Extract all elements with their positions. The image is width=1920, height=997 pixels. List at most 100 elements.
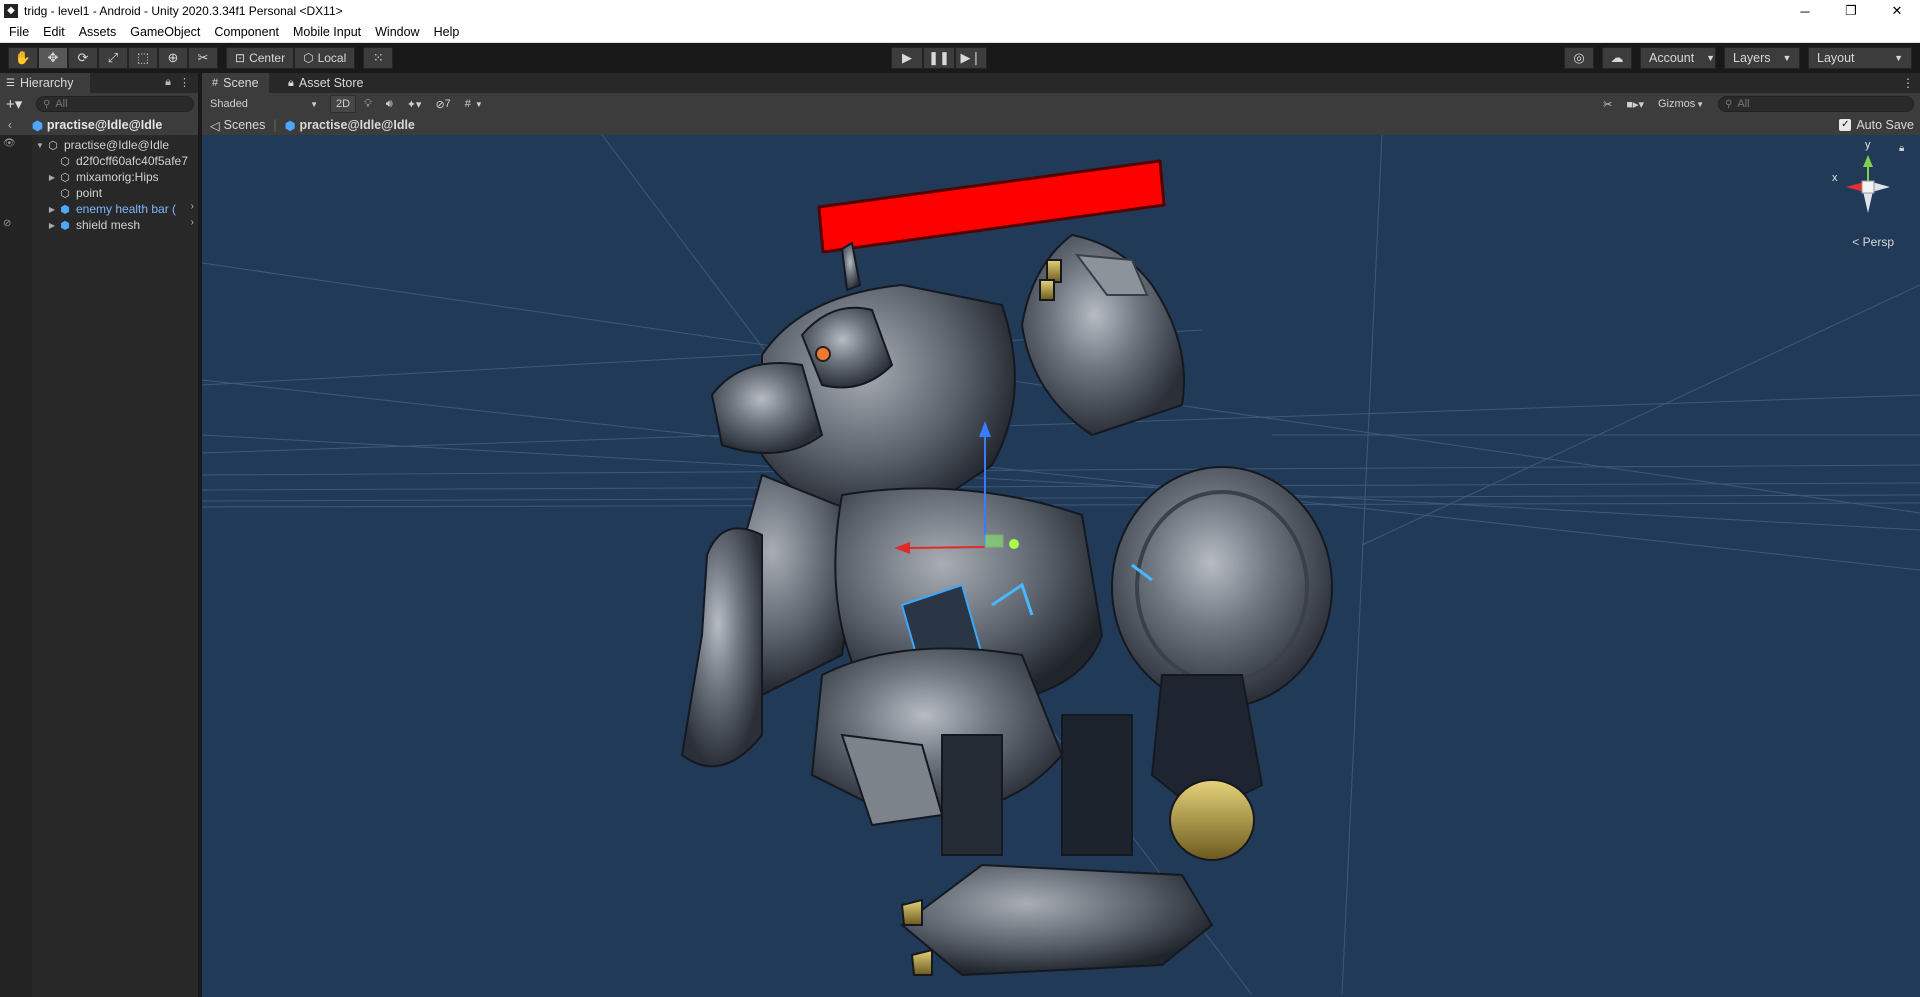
enemy-health-bar: [817, 159, 1166, 254]
step-icon[interactable]: ▶❘: [955, 47, 987, 69]
menu-window[interactable]: Window: [368, 22, 426, 43]
pause-icon[interactable]: ❚❚: [923, 47, 955, 69]
grid-icon: #: [464, 98, 471, 110]
gizmos-dropdown[interactable]: Gizmos ▼: [1652, 95, 1710, 113]
pivot-center-button[interactable]: ⊡ Center: [226, 47, 295, 69]
menu-help[interactable]: Help: [427, 22, 467, 43]
play-icon[interactable]: ▶: [891, 47, 923, 69]
account-dropdown[interactable]: Account ▼: [1640, 47, 1716, 69]
draw-mode-dropdown[interactable]: Shaded ▼: [204, 95, 324, 113]
collapsed-arrow-icon[interactable]: ▶: [46, 221, 58, 230]
scene-tabstrip: # Scene 🔒︎ Asset Store ⋮: [202, 73, 1920, 93]
collapsed-arrow-icon[interactable]: ▶: [46, 173, 58, 182]
chevron-down-icon: ▼: [310, 99, 318, 109]
cube-icon: ⬡: [303, 51, 314, 65]
scale-icon[interactable]: ⤢: [98, 47, 128, 69]
layers-dropdown[interactable]: Layers ▼: [1724, 47, 1800, 69]
scene-render: [202, 135, 1920, 996]
toolbar-right: ◎ ☁ Account ▼ Layers ▼ Layout ▼: [1564, 47, 1912, 69]
hand-icon[interactable]: ✋: [8, 47, 38, 69]
scene-panel: # Scene 🔒︎ Asset Store ⋮ Shaded ▼ 2D 💡︎ 🔊︎ …: [202, 73, 1920, 997]
expand-arrow-icon[interactable]: ▼: [34, 141, 46, 150]
cloud-icon[interactable]: ☁: [1602, 47, 1632, 69]
back-arrow-icon[interactable]: ‹: [0, 118, 20, 132]
maximize-button[interactable]: ❐: [1828, 0, 1874, 22]
tree-item-hips[interactable]: ▶ ⬡ mixamorig:Hips: [0, 169, 198, 185]
orientation-gizmo: [1846, 155, 1890, 213]
tools-icon[interactable]: ✂: [1597, 95, 1618, 113]
light-icon[interactable]: 💡︎: [358, 95, 378, 113]
menu-assets[interactable]: Assets: [72, 22, 124, 43]
transform-icon[interactable]: ⊕: [158, 47, 188, 69]
kebab-icon[interactable]: ⋮: [1902, 76, 1914, 90]
chevron-down-icon: ▼: [1706, 53, 1716, 63]
eye-icon[interactable]: 👁︎: [3, 138, 16, 149]
visibility-toggle[interactable]: ⊘ 7: [429, 95, 456, 113]
scene-viewport[interactable]: x y 🔒︎ < Persp: [202, 135, 1920, 997]
rotate-icon[interactable]: ⟳: [68, 47, 98, 69]
menu-mobile-input[interactable]: Mobile Input: [286, 22, 368, 43]
prefab-title: practise@Idle@Idle: [46, 118, 163, 132]
close-button[interactable]: ✕: [1874, 0, 1920, 22]
prefab-icon: ⬢: [284, 118, 296, 133]
projection-toggle[interactable]: < Persp: [1852, 235, 1894, 249]
2d-toggle[interactable]: 2D: [330, 95, 357, 113]
open-prefab-arrow-icon[interactable]: ›: [191, 201, 194, 212]
audio-icon[interactable]: 🔊︎: [380, 95, 399, 113]
lock-icon[interactable]: 🔒︎: [1899, 143, 1904, 154]
unity-app-icon: ◆: [4, 4, 18, 18]
add-object-button[interactable]: +▾: [6, 95, 36, 113]
gameobject-icon: ⬡: [60, 171, 70, 184]
camera-icon[interactable]: ■▸▾: [1620, 95, 1650, 113]
scene-search-input[interactable]: ⚲ All: [1718, 96, 1914, 112]
tree-item-health-bar[interactable]: ▶ ⬢ enemy health bar ( ›: [0, 201, 198, 217]
collapsed-arrow-icon[interactable]: ▶: [46, 205, 58, 214]
tab-asset-store[interactable]: 🔒︎ Asset Store: [278, 73, 373, 93]
effects-icon[interactable]: ✦▾: [401, 95, 428, 113]
tree-item-shield-mesh[interactable]: ⊘ ▶ ⬢ shield mesh ›: [0, 217, 198, 233]
pivot-space-button[interactable]: ⬡ Local: [294, 47, 356, 69]
grid-snap-icon[interactable]: ⁙: [363, 47, 394, 69]
gameobject-icon: ⬡: [60, 187, 70, 200]
move-icon[interactable]: ✥: [38, 47, 68, 69]
lock-icon[interactable]: 🔒︎: [165, 76, 171, 89]
chevron-down-icon: ▼: [1696, 99, 1704, 109]
menu-bar: File Edit Assets GameObject Component Mo…: [0, 22, 1920, 43]
menu-file[interactable]: File: [2, 22, 36, 43]
grid-toggle[interactable]: # ▼: [459, 95, 489, 113]
autosave-checkbox[interactable]: ✓: [1839, 119, 1852, 131]
kebab-icon[interactable]: ⋮: [179, 76, 190, 89]
tree-item-point[interactable]: ⬡ point: [0, 185, 198, 201]
prefab-cube-icon: ⬢: [32, 118, 43, 133]
axis-y-label: y: [1865, 139, 1871, 151]
hierarchy-search-input[interactable]: ⚲ All: [36, 96, 194, 112]
pivot-icon: ⊡: [235, 51, 246, 65]
breadcrumb-prefab[interactable]: ⬢ practise@Idle@Idle: [285, 118, 415, 133]
open-prefab-arrow-icon[interactable]: ›: [191, 217, 194, 228]
hierarchy-tree: 👁︎ ▼ ⬡ practise@Idle@Idle ⬡ d2f0cff60afc…: [0, 137, 198, 233]
custom-tool-icon[interactable]: ✂: [188, 47, 218, 69]
prefab-header: ‹ ⬢ practise@Idle@Idle: [0, 115, 198, 135]
gameobject-icon: ⬡: [48, 139, 58, 152]
minimize-button[interactable]: ─: [1782, 0, 1828, 22]
grid-icon: #: [212, 77, 219, 89]
breadcrumb-scenes[interactable]: ◁ Scenes: [210, 118, 265, 133]
menu-edit[interactable]: Edit: [36, 22, 72, 43]
playmode-controls: ▶ ❚❚ ▶❘: [891, 47, 987, 69]
title-bar: ◆ tridg - level1 - Android - Unity 2020.…: [0, 0, 1920, 22]
hidden-eye-icon[interactable]: ⊘: [3, 218, 11, 229]
tree-item-mesh[interactable]: ⬡ d2f0cff60afc40f5afe7: [0, 153, 198, 169]
tab-hierarchy[interactable]: ☰ Hierarchy: [0, 73, 90, 93]
menu-component[interactable]: Component: [207, 22, 286, 43]
layout-dropdown[interactable]: Layout ▼: [1808, 47, 1912, 69]
tab-scene[interactable]: # Scene: [202, 73, 269, 93]
menu-gameobject[interactable]: GameObject: [123, 22, 207, 43]
autosave-toggle[interactable]: ✓ Auto Save: [1839, 118, 1914, 132]
collab-icon[interactable]: ◎: [1564, 47, 1594, 69]
scenes-icon: ◁: [210, 118, 220, 133]
rect-icon[interactable]: ⬚: [128, 47, 158, 69]
window-title: tridg - level1 - Android - Unity 2020.3.…: [24, 4, 343, 18]
prefab-icon: ⬢: [60, 219, 70, 232]
tree-item-root[interactable]: 👁︎ ▼ ⬡ practise@Idle@Idle: [0, 137, 198, 153]
visibility-gutter[interactable]: [0, 135, 32, 997]
